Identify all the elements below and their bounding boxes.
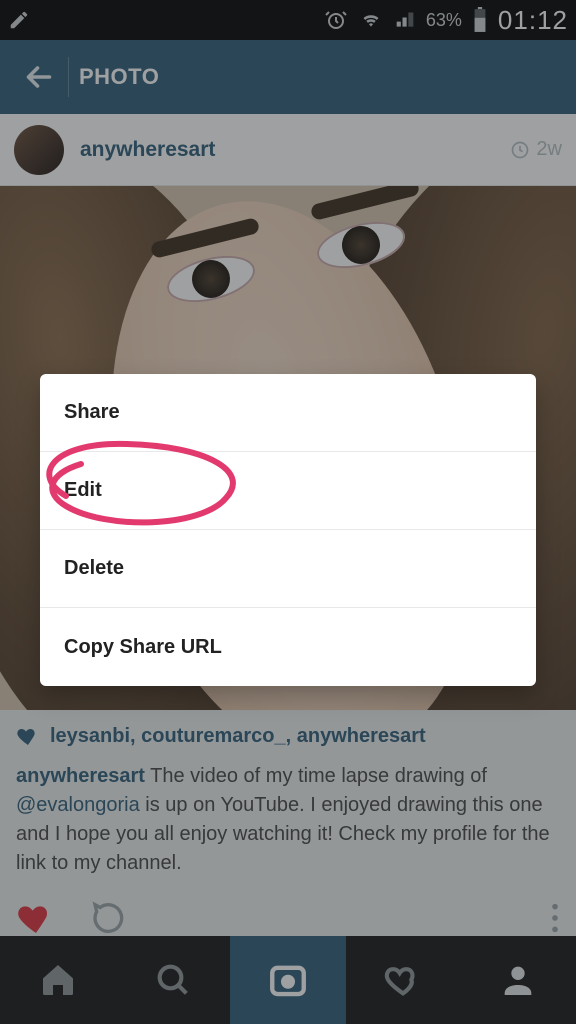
- options-dialog: Share Edit Delete Copy Share URL: [40, 374, 536, 686]
- dialog-item-delete[interactable]: Delete: [40, 530, 536, 608]
- dialog-item-share[interactable]: Share: [40, 374, 536, 452]
- dialog-item-edit[interactable]: Edit: [40, 452, 536, 530]
- screen: 63% 01:12 PHOTO anywheresart 2w: [0, 0, 576, 1024]
- dialog-item-copy-url[interactable]: Copy Share URL: [40, 608, 536, 686]
